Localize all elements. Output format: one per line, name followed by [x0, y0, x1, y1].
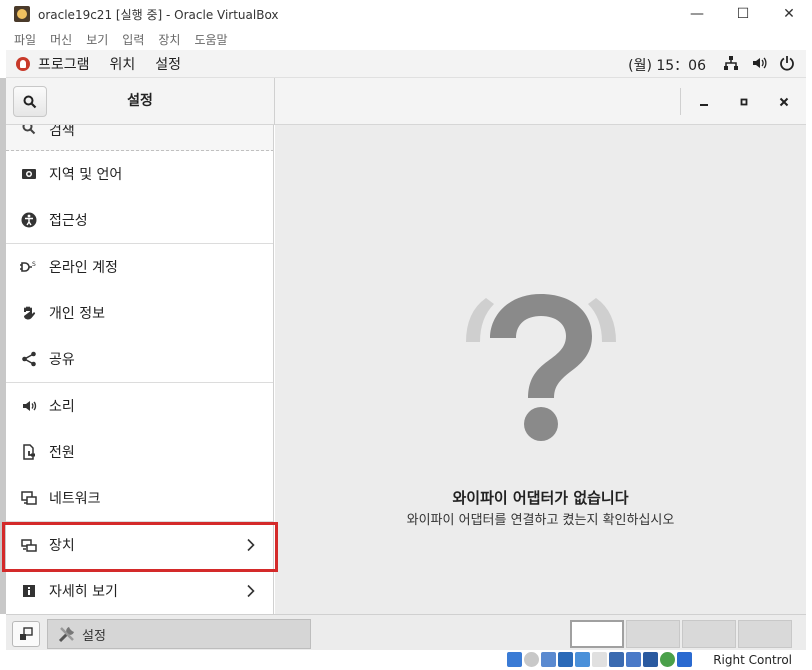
menu-help[interactable]: 도움말: [194, 31, 227, 48]
menu-view[interactable]: 보기: [86, 31, 108, 48]
chevron-right-icon: [246, 582, 256, 600]
sidebar-item-online-accounts[interactable]: S 온라인 계정: [6, 244, 273, 290]
workspace-4[interactable]: [738, 620, 792, 648]
menu-applications[interactable]: 프로그램: [38, 54, 90, 74]
sidebar-item-label: 개인 정보: [49, 306, 105, 322]
sidebar-item-sharing[interactable]: 공유: [6, 336, 273, 382]
network-icon: [20, 489, 38, 507]
virtualbox-app-icon: [14, 6, 30, 22]
sidebar-item-label: 소리: [49, 399, 75, 415]
sidebar-item-region[interactable]: 지역 및 언어: [6, 151, 273, 197]
host-key-label: Right Control: [713, 653, 792, 667]
window-title: oracle19c21 [실행 중] - Oracle VirtualBox: [38, 7, 279, 22]
power-icon[interactable]: [778, 54, 796, 72]
audio-icon[interactable]: [541, 652, 556, 667]
clock[interactable]: (월) 15：06: [628, 55, 706, 75]
sidebar-item-label: 접근성: [49, 213, 88, 229]
volume-icon[interactable]: [750, 54, 768, 72]
taskbar-item-label: 설정: [82, 628, 106, 644]
host-titlebar: oracle19c21 [실행 중] - Oracle VirtualBox —…: [0, 0, 812, 28]
show-desktop-icon: [20, 627, 33, 640]
minimize-button[interactable]: —: [674, 0, 720, 28]
share-icon: [20, 350, 38, 368]
gnome-foot-icon: [16, 56, 30, 71]
taskbar-item-settings[interactable]: 설정: [47, 619, 311, 649]
sidebar-item-search[interactable]: 검색: [6, 125, 273, 151]
wifi-question-icon: [460, 290, 622, 450]
online-accounts-icon: S: [20, 258, 38, 276]
sidebar-item-label: 전원: [49, 445, 75, 461]
sidebar-item-sound[interactable]: 소리: [6, 383, 273, 429]
virtualization-icon[interactable]: [643, 652, 658, 667]
workspace-3[interactable]: [682, 620, 736, 648]
shared-folder-icon[interactable]: [592, 652, 607, 667]
menu-file[interactable]: 파일: [14, 31, 36, 48]
menu-places[interactable]: 위치: [110, 54, 136, 74]
guest-additions-icon[interactable]: [660, 652, 675, 667]
gnome-bottom-panel: 설정: [6, 614, 806, 650]
search-icon: [22, 125, 36, 139]
settings-close-button[interactable]: [773, 91, 795, 113]
sidebar-item-label: 지역 및 언어: [49, 167, 123, 183]
menu-settings[interactable]: 설정: [155, 54, 181, 74]
recording-icon[interactable]: [626, 652, 641, 667]
settings-content-pane: 와이파이 어댑터가 없습니다 와이파이 어댑터를 연결하고 켰는지 확인하십시오: [275, 125, 806, 614]
maximize-button[interactable]: ☐: [720, 0, 766, 28]
display-icon[interactable]: [609, 652, 624, 667]
show-desktop-button[interactable]: [12, 621, 40, 647]
sidebar-item-accessibility[interactable]: 접근성: [6, 197, 273, 243]
sidebar-item-label: 공유: [49, 352, 75, 368]
network-icon[interactable]: [722, 54, 740, 72]
sound-icon: [20, 397, 38, 415]
sidebar-item-network[interactable]: 네트워크: [6, 475, 273, 521]
sidebar-item-label: 검색: [49, 125, 75, 139]
header-divider: [274, 78, 275, 125]
region-icon: [20, 165, 38, 183]
network-adapter-icon[interactable]: [558, 652, 573, 667]
workspace-1[interactable]: [570, 620, 624, 648]
sidebar-item-privacy[interactable]: 개인 정보: [6, 290, 273, 336]
hard-disk-icon[interactable]: [507, 652, 522, 667]
menu-input[interactable]: 입력: [122, 31, 144, 48]
window-controls: — ☐ ✕: [674, 0, 812, 28]
settings-minimize-button[interactable]: [693, 91, 715, 113]
accessibility-icon: [20, 211, 38, 229]
workspace-2[interactable]: [626, 620, 680, 648]
usb-icon[interactable]: [575, 652, 590, 667]
power-plug-icon: [20, 443, 38, 461]
menu-devices[interactable]: 장치: [158, 31, 180, 48]
system-tray: [722, 54, 796, 72]
host-menubar: 파일 머신 보기 입력 장치 도움말: [0, 28, 812, 50]
sidebar-item-details[interactable]: 자세히 보기: [6, 568, 273, 614]
svg-text:S: S: [32, 261, 36, 268]
search-button[interactable]: [13, 86, 47, 117]
optical-drive-icon[interactable]: [524, 652, 539, 667]
status-icons: [507, 652, 692, 667]
settings-headerbar: 설정: [6, 78, 806, 125]
close-button[interactable]: ✕: [766, 0, 812, 28]
sidebar-item-power[interactable]: 전원: [6, 429, 273, 475]
host-statusbar: Right Control: [0, 650, 812, 670]
empty-state-title: 와이파이 어댑터가 없습니다: [452, 489, 629, 507]
settings-maximize-button[interactable]: [733, 91, 755, 113]
header-divider: [680, 88, 681, 115]
host-key-arrow-icon[interactable]: [677, 652, 692, 667]
sidebar-item-label: 온라인 계정: [49, 260, 118, 276]
sidebar-item-label: 자세히 보기: [49, 584, 118, 600]
info-icon: [20, 582, 38, 600]
annotation-highlight-box: [2, 522, 278, 572]
tools-icon: [56, 623, 78, 645]
privacy-hand-icon: [20, 304, 38, 322]
empty-state-subtitle: 와이파이 어댑터를 연결하고 켰는지 확인하십시오: [406, 513, 675, 528]
menu-machine[interactable]: 머신: [50, 31, 72, 48]
sidebar-item-label: 네트워크: [49, 491, 101, 507]
gnome-top-bar: 프로그램 위치 설정 (월) 15：06: [6, 50, 806, 78]
search-icon: [23, 95, 37, 108]
